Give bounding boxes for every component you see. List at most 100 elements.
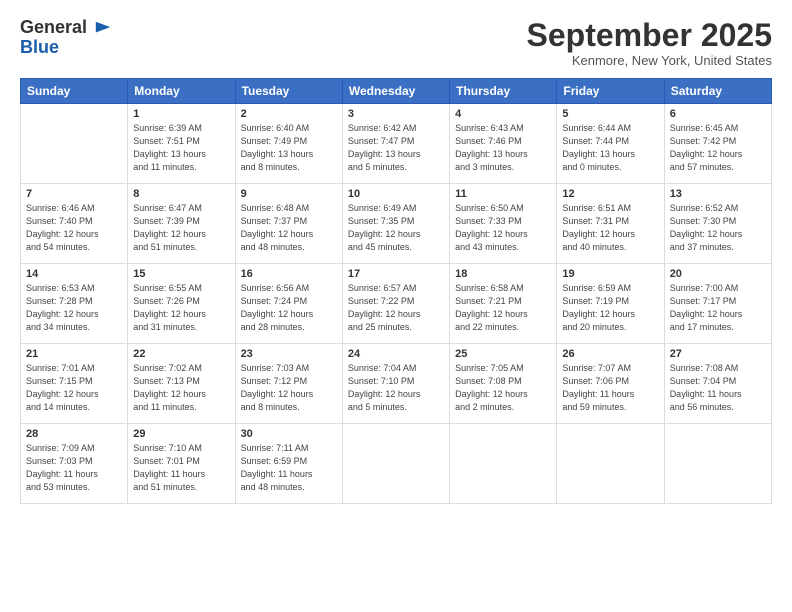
day-number: 28 [26, 428, 122, 440]
day-info: Sunrise: 6:56 AMSunset: 7:24 PMDaylight:… [241, 282, 337, 334]
day-number: 26 [562, 348, 658, 360]
day-info: Sunrise: 6:51 AMSunset: 7:31 PMDaylight:… [562, 202, 658, 254]
calendar-cell: 8 Sunrise: 6:47 AMSunset: 7:39 PMDaylight… [128, 184, 235, 264]
calendar-week-row: 21 Sunrise: 7:01 AMSunset: 7:15 PMDayligh… [21, 344, 772, 424]
day-info: Sunrise: 6:39 AMSunset: 7:51 PMDaylight:… [133, 122, 229, 174]
calendar-cell: 1 Sunrise: 6:39 AMSunset: 7:51 PMDaylight… [128, 104, 235, 184]
calendar-cell: 28 Sunrise: 7:09 AMSunset: 7:03 PMDayligh… [21, 424, 128, 504]
day-number: 22 [133, 348, 229, 360]
day-number: 9 [241, 188, 337, 200]
calendar-cell: 3 Sunrise: 6:42 AMSunset: 7:47 PMDaylight… [342, 104, 449, 184]
calendar-week-row: 14 Sunrise: 6:53 AMSunset: 7:28 PMDayligh… [21, 264, 772, 344]
calendar-header-cell: Monday [128, 79, 235, 104]
header: General Blue September 2025 Kenmore, New… [20, 18, 772, 68]
day-info: Sunrise: 6:53 AMSunset: 7:28 PMDaylight:… [26, 282, 122, 334]
day-info: Sunrise: 6:44 AMSunset: 7:44 PMDaylight:… [562, 122, 658, 174]
calendar-cell: 19Sunrise: 6:59 AMSunset: 7:19 PMDayligh… [557, 264, 664, 344]
day-number: 8 [133, 188, 229, 200]
calendar-header-cell: Wednesday [342, 79, 449, 104]
day-number: 24 [348, 348, 444, 360]
calendar-cell: 30Sunrise: 7:11 AMSunset: 6:59 PMDayligh… [235, 424, 342, 504]
calendar-table: SundayMondayTuesdayWednesdayThursdayFrid… [20, 78, 772, 504]
day-number: 21 [26, 348, 122, 360]
calendar-cell: 13Sunrise: 6:52 AMSunset: 7:30 PMDayligh… [664, 184, 771, 264]
calendar-cell: 9 Sunrise: 6:48 AMSunset: 7:37 PMDaylight… [235, 184, 342, 264]
calendar-cell: 10 Sunrise: 6:49 AMSunset: 7:35 PMDayligh… [342, 184, 449, 264]
calendar-header-cell: Thursday [450, 79, 557, 104]
calendar-header-cell: Tuesday [235, 79, 342, 104]
day-number: 6 [670, 108, 766, 120]
day-number: 10 [348, 188, 444, 200]
day-info: Sunrise: 6:45 AMSunset: 7:42 PMDaylight:… [670, 122, 766, 174]
day-info: Sunrise: 6:46 AMSunset: 7:40 PMDaylight:… [26, 202, 122, 254]
calendar-week-row: 28 Sunrise: 7:09 AMSunset: 7:03 PMDayligh… [21, 424, 772, 504]
calendar-header-row: SundayMondayTuesdayWednesdayThursdayFrid… [21, 79, 772, 104]
day-info: Sunrise: 6:55 AMSunset: 7:26 PMDaylight:… [133, 282, 229, 334]
day-info: Sunrise: 6:50 AMSunset: 7:33 PMDaylight:… [455, 202, 551, 254]
day-number: 3 [348, 108, 444, 120]
day-info: Sunrise: 7:04 AMSunset: 7:10 PMDaylight:… [348, 362, 444, 414]
location: Kenmore, New York, United States [527, 53, 772, 68]
calendar-cell: 6 Sunrise: 6:45 AMSunset: 7:42 PMDaylight… [664, 104, 771, 184]
day-number: 20 [670, 268, 766, 280]
calendar-header-cell: Saturday [664, 79, 771, 104]
day-info: Sunrise: 6:48 AMSunset: 7:37 PMDaylight:… [241, 202, 337, 254]
day-info: Sunrise: 7:00 AMSunset: 7:17 PMDaylight:… [670, 282, 766, 334]
day-info: Sunrise: 7:03 AMSunset: 7:12 PMDaylight:… [241, 362, 337, 414]
calendar-week-row: 7 Sunrise: 6:46 AMSunset: 7:40 PMDaylight… [21, 184, 772, 264]
logo: General Blue [20, 18, 112, 58]
calendar-cell [21, 104, 128, 184]
logo-blue: Blue [20, 38, 59, 58]
day-number: 2 [241, 108, 337, 120]
calendar-cell: 12Sunrise: 6:51 AMSunset: 7:31 PMDayligh… [557, 184, 664, 264]
day-number: 13 [670, 188, 766, 200]
day-number: 7 [26, 188, 122, 200]
calendar-cell: 14 Sunrise: 6:53 AMSunset: 7:28 PMDayligh… [21, 264, 128, 344]
calendar-cell: 22 Sunrise: 7:02 AMSunset: 7:13 PMDayligh… [128, 344, 235, 424]
month-title: September 2025 [527, 18, 772, 53]
day-info: Sunrise: 6:43 AMSunset: 7:46 PMDaylight:… [455, 122, 551, 174]
logo-general: General [20, 18, 112, 38]
title-block: September 2025 Kenmore, New York, United… [527, 18, 772, 68]
day-info: Sunrise: 7:07 AMSunset: 7:06 PMDaylight:… [562, 362, 658, 414]
day-number: 17 [348, 268, 444, 280]
day-number: 15 [133, 268, 229, 280]
day-info: Sunrise: 7:09 AMSunset: 7:03 PMDaylight:… [26, 442, 122, 494]
calendar-body: 1 Sunrise: 6:39 AMSunset: 7:51 PMDaylight… [21, 104, 772, 504]
day-number: 30 [241, 428, 337, 440]
calendar-cell: 21 Sunrise: 7:01 AMSunset: 7:15 PMDayligh… [21, 344, 128, 424]
day-info: Sunrise: 6:49 AMSunset: 7:35 PMDaylight:… [348, 202, 444, 254]
day-info: Sunrise: 7:10 AMSunset: 7:01 PMDaylight:… [133, 442, 229, 494]
day-info: Sunrise: 6:42 AMSunset: 7:47 PMDaylight:… [348, 122, 444, 174]
day-number: 4 [455, 108, 551, 120]
day-number: 18 [455, 268, 551, 280]
calendar-cell: 7 Sunrise: 6:46 AMSunset: 7:40 PMDaylight… [21, 184, 128, 264]
day-info: Sunrise: 7:02 AMSunset: 7:13 PMDaylight:… [133, 362, 229, 414]
day-info: Sunrise: 6:59 AMSunset: 7:19 PMDaylight:… [562, 282, 658, 334]
day-number: 29 [133, 428, 229, 440]
calendar-cell: 16Sunrise: 6:56 AMSunset: 7:24 PMDayligh… [235, 264, 342, 344]
day-info: Sunrise: 6:57 AMSunset: 7:22 PMDaylight:… [348, 282, 444, 334]
day-info: Sunrise: 6:40 AMSunset: 7:49 PMDaylight:… [241, 122, 337, 174]
calendar-cell: 17 Sunrise: 6:57 AMSunset: 7:22 PMDayligh… [342, 264, 449, 344]
calendar-header-cell: Friday [557, 79, 664, 104]
calendar-header-cell: Sunday [21, 79, 128, 104]
day-info: Sunrise: 7:08 AMSunset: 7:04 PMDaylight:… [670, 362, 766, 414]
calendar-cell: 15 Sunrise: 6:55 AMSunset: 7:26 PMDayligh… [128, 264, 235, 344]
day-number: 11 [455, 188, 551, 200]
day-number: 5 [562, 108, 658, 120]
day-info: Sunrise: 7:05 AMSunset: 7:08 PMDaylight:… [455, 362, 551, 414]
day-info: Sunrise: 6:58 AMSunset: 7:21 PMDaylight:… [455, 282, 551, 334]
calendar-cell: 20 Sunrise: 7:00 AMSunset: 7:17 PMDayligh… [664, 264, 771, 344]
calendar-cell: 2 Sunrise: 6:40 AMSunset: 7:49 PMDaylight… [235, 104, 342, 184]
day-number: 14 [26, 268, 122, 280]
calendar-cell: 23Sunrise: 7:03 AMSunset: 7:12 PMDayligh… [235, 344, 342, 424]
calendar-cell [450, 424, 557, 504]
day-number: 1 [133, 108, 229, 120]
day-info: Sunrise: 6:47 AMSunset: 7:39 PMDaylight:… [133, 202, 229, 254]
day-info: Sunrise: 7:01 AMSunset: 7:15 PMDaylight:… [26, 362, 122, 414]
day-number: 25 [455, 348, 551, 360]
day-number: 27 [670, 348, 766, 360]
page: General Blue September 2025 Kenmore, New… [0, 0, 792, 612]
calendar-cell: 25 Sunrise: 7:05 AMSunset: 7:08 PMDayligh… [450, 344, 557, 424]
